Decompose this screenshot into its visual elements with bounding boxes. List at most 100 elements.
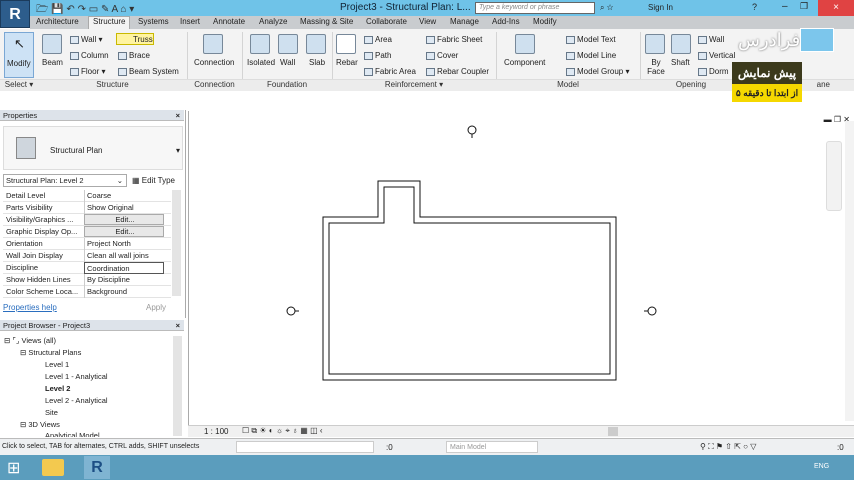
column-button[interactable]: Column	[70, 51, 109, 60]
tab-view[interactable]: View	[419, 17, 436, 26]
tab-annotate[interactable]: Annotate	[213, 17, 245, 26]
apply-button[interactable]: Apply	[146, 303, 166, 312]
rebar-coupler-button[interactable]: Rebar Coupler	[426, 67, 489, 76]
tab-systems[interactable]: Systems	[138, 17, 169, 26]
tab-collaborate[interactable]: Collaborate	[366, 17, 407, 26]
view-control-icons[interactable]: ☐ ⧉ ☀ ◐ ☼ ⌖ ♁ ▦ ◫ ‹	[242, 426, 323, 436]
opening-wall-button[interactable]: Wall	[698, 35, 724, 44]
slab-button[interactable]: Slab	[309, 58, 325, 67]
property-value[interactable]: Background	[84, 286, 164, 298]
floor-plan-drawing	[286, 125, 657, 381]
workset-dropdown[interactable]	[236, 441, 374, 453]
dormer-button[interactable]: Dorm	[698, 67, 729, 76]
design-option-dropdown[interactable]: Main Model	[446, 441, 538, 453]
tab-structure[interactable]: Structure	[88, 16, 131, 29]
model-line-button[interactable]: Model Line	[566, 51, 616, 60]
property-value[interactable]: Show Original	[84, 202, 164, 214]
path-button[interactable]: Path	[364, 51, 391, 60]
tree-structural-plans[interactable]: ⊟ Structural Plans	[20, 348, 81, 357]
scale-selector[interactable]: 1 : 100	[204, 427, 228, 436]
shaft-button[interactable]: Shaft	[671, 58, 690, 67]
minimize-button[interactable]: –	[782, 1, 788, 12]
model-text-button[interactable]: Model Text	[566, 35, 616, 44]
tree-level-2-analytical[interactable]: Level 2 - Analytical	[45, 396, 108, 405]
tree-level-1-analytical[interactable]: Level 1 - Analytical	[45, 372, 108, 381]
language-indicator[interactable]: ENG	[814, 463, 829, 470]
watermark-logo: فرادرس	[738, 30, 801, 50]
property-value[interactable]: Clean all wall joins	[84, 250, 164, 262]
selection-filter-icons[interactable]: ⚲ ⛶ ⚑ ⇧ ⇱ ○ ▽	[700, 442, 756, 452]
properties-scrollbar[interactable]	[172, 190, 181, 296]
editable-count: :0	[386, 443, 393, 452]
tab-insert[interactable]: Insert	[180, 17, 200, 26]
property-name: Parts Visibility	[6, 203, 53, 212]
sign-in-link[interactable]: Sign In	[648, 3, 673, 12]
horizontal-scrollbar-thumb[interactable]	[608, 427, 618, 436]
tab-add-ins[interactable]: Add-Ins	[492, 17, 520, 26]
path-icon	[364, 51, 373, 60]
wall-foundation-button[interactable]: Wall	[280, 58, 295, 67]
property-value[interactable]: Edit...	[84, 226, 164, 237]
close-button[interactable]: ×	[818, 0, 854, 16]
panel-select[interactable]: Select ▾	[0, 79, 38, 91]
browser-scrollbar[interactable]	[173, 336, 182, 436]
brace-button[interactable]: Brace	[118, 51, 150, 60]
wall-button[interactable]: Wall ▾	[70, 35, 103, 44]
drawing-canvas[interactable]: ▬ ❐ ✕	[188, 111, 854, 437]
floor-button[interactable]: Floor ▾	[70, 67, 105, 76]
panel-model: Model	[496, 79, 640, 91]
file-explorer-icon[interactable]	[42, 459, 64, 476]
tab-massing-site[interactable]: Massing & Site	[300, 17, 353, 26]
close-icon[interactable]: ×	[176, 320, 180, 331]
tab-analyze[interactable]: Analyze	[259, 17, 287, 26]
tree-level-1[interactable]: Level 1	[45, 360, 69, 369]
windows-start-icon[interactable]: ⊞	[7, 458, 20, 478]
property-value[interactable]: Project North	[84, 238, 164, 250]
tab-manage[interactable]: Manage	[450, 17, 479, 26]
application-menu-button[interactable]: R	[0, 0, 30, 28]
tree-site[interactable]: Site	[45, 408, 58, 417]
type-selector[interactable]: Structural Plan ▾	[3, 126, 183, 170]
property-value[interactable]: Edit...	[84, 214, 164, 225]
rebar-button[interactable]: Rebar	[336, 58, 358, 67]
tree-analytical-model[interactable]: Analytical Model	[45, 431, 100, 437]
vertical-button[interactable]: Vertical	[698, 51, 735, 60]
by-face-button[interactable]: By Face	[646, 58, 666, 76]
help-icon[interactable]: ?	[752, 2, 757, 12]
tab-modify[interactable]: Modify	[533, 17, 557, 26]
cursor-icon: ↖	[14, 36, 25, 51]
slab-icon	[306, 34, 326, 54]
connection-button[interactable]: Connection	[194, 58, 234, 67]
tree-level-2[interactable]: Level 2	[45, 384, 70, 393]
isolated-button[interactable]: Isolated	[247, 58, 275, 67]
revit-taskbar-icon[interactable]: R	[84, 456, 110, 479]
restore-button[interactable]: ❐	[800, 1, 808, 12]
binoculars-icon[interactable]: ⌕ ☆	[600, 3, 613, 13]
tree-3d-views[interactable]: ⊟ 3D Views	[20, 420, 60, 429]
panel-reinforcement[interactable]: Reinforcement ▾	[332, 79, 496, 91]
property-value[interactable]: By Discipline	[84, 274, 164, 286]
property-value[interactable]: Coarse	[84, 190, 164, 202]
tree-views-all[interactable]: ⊟ ⌜⌟ Views (all)	[4, 336, 56, 345]
model-group-icon	[566, 67, 575, 76]
beam-button[interactable]: Beam	[42, 58, 63, 67]
search-input[interactable]: Type a keyword or phrase	[475, 2, 595, 14]
cover-button[interactable]: Cover	[426, 51, 458, 60]
property-row: Parts Visibility Show Original	[3, 202, 171, 214]
fabric-area-button[interactable]: Fabric Area	[364, 67, 416, 76]
truss-button[interactable]: Truss	[116, 33, 154, 45]
fabric-sheet-button[interactable]: Fabric Sheet	[426, 35, 482, 44]
property-value[interactable]: Coordination	[84, 262, 164, 274]
edit-type-button[interactable]: ▦ Edit Type	[132, 176, 175, 185]
properties-help-link[interactable]: Properties help	[3, 303, 57, 312]
navigation-bar[interactable]	[826, 141, 842, 211]
modify-button[interactable]: Modify ↖	[4, 32, 34, 78]
beam-system-button[interactable]: Beam System	[118, 67, 179, 76]
instance-filter-dropdown[interactable]: Structural Plan: Level 2 ⌄	[3, 174, 127, 187]
component-button[interactable]: Component	[504, 58, 545, 67]
area-button[interactable]: Area	[364, 35, 392, 44]
tab-architecture[interactable]: Architecture	[36, 17, 79, 26]
close-icon[interactable]: ×	[176, 110, 180, 121]
model-group-button[interactable]: Model Group ▾	[566, 67, 630, 76]
vertical-scrollbar[interactable]	[845, 121, 854, 421]
